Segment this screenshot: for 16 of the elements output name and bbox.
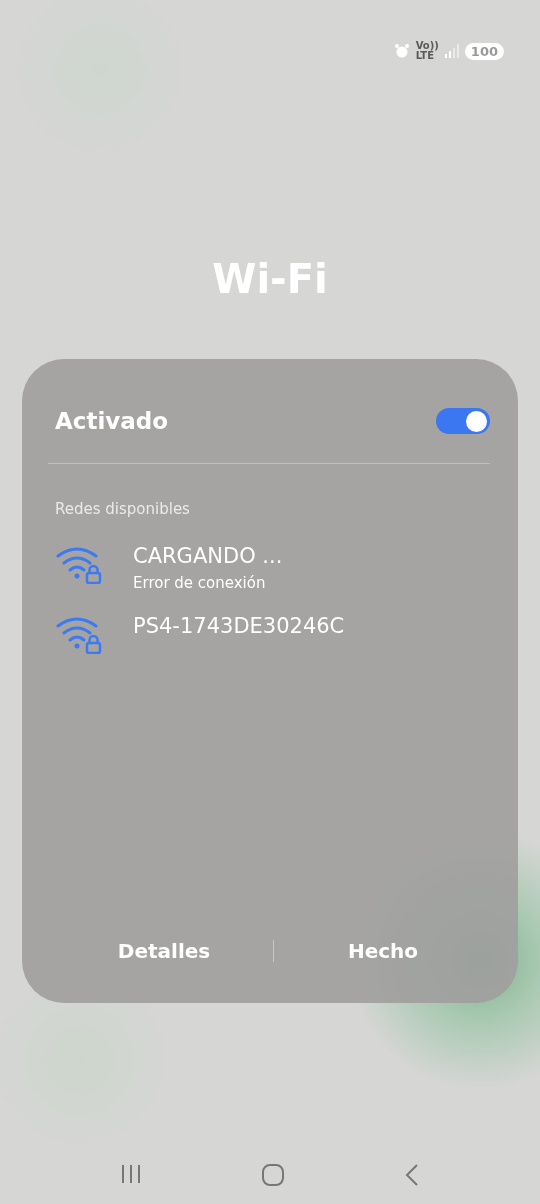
- details-button[interactable]: Detalles: [55, 931, 273, 971]
- recent-apps-icon[interactable]: [119, 1164, 142, 1184]
- done-button[interactable]: Hecho: [274, 931, 492, 971]
- home-icon[interactable]: [261, 1164, 285, 1186]
- volte-label: Vo)): [415, 41, 439, 51]
- toggle-label: Activado: [55, 408, 169, 434]
- battery-level: 100: [464, 42, 504, 60]
- wifi-switch[interactable]: [436, 408, 490, 434]
- network-name[interactable]: CARGANDO ...: [133, 544, 283, 568]
- back-icon[interactable]: [404, 1164, 421, 1186]
- lte-label: LTE: [415, 51, 435, 61]
- signal-icon: [444, 44, 459, 58]
- alarm-icon: [393, 43, 410, 59]
- section-label: Redes disponibles: [55, 500, 191, 520]
- network-name[interactable]: PS4-1743DE30246C: [133, 614, 345, 638]
- network-status: Error de conexión: [133, 574, 267, 592]
